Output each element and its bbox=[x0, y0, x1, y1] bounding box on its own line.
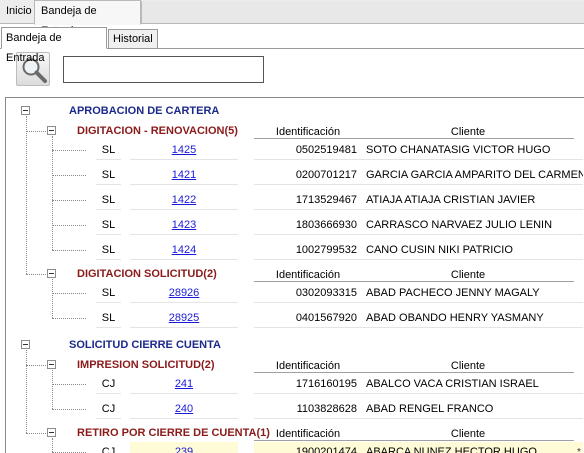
tab-bandeja-entrada[interactable]: Bandeja de Entrada bbox=[1, 27, 107, 64]
app-tab-bar: Inicio Bandeja de Entrada bbox=[0, 0, 584, 37]
column-header-identificacion: Identificación bbox=[254, 125, 362, 139]
row-code-cell: 240 bbox=[130, 399, 238, 419]
row-type: CJ bbox=[96, 374, 121, 394]
subgroup-title: RETIRO POR CIERRE DE CUENTA(1) bbox=[77, 427, 270, 439]
row-client: ABARCA NUNEZ HECTOR HUGO bbox=[362, 442, 583, 453]
row-client: ABAD OBANDO HENRY YASMANY bbox=[362, 308, 583, 328]
row-identification: 1002799532 bbox=[254, 240, 362, 260]
row-code-cell: 1422 bbox=[130, 190, 238, 210]
tree-connector bbox=[52, 150, 86, 151]
request-code-link[interactable]: 1421 bbox=[172, 169, 196, 181]
row-type: SL bbox=[96, 215, 121, 235]
tree-connector bbox=[52, 225, 86, 226]
column-header-cliente: Cliente bbox=[362, 427, 574, 441]
tree-connector bbox=[26, 274, 46, 275]
row-client: SOTO CHANATASIG VICTOR HUGO bbox=[362, 140, 583, 160]
collapse-toggle-icon[interactable] bbox=[21, 340, 30, 349]
column-header-identificacion: Identificación bbox=[254, 427, 362, 441]
column-header-identificacion: Identificación bbox=[254, 268, 362, 282]
row-client: ABAD RENGEL FRANCO bbox=[362, 399, 583, 419]
row-code-cell: 1421 bbox=[130, 165, 238, 185]
collapse-toggle-icon[interactable] bbox=[47, 428, 56, 437]
row-marker: * bbox=[577, 447, 581, 453]
row-code-cell: 241 bbox=[130, 374, 238, 394]
row-type: SL bbox=[96, 165, 121, 185]
row-identification: 0200701217 bbox=[254, 165, 362, 185]
row-code-cell: 239 bbox=[130, 442, 238, 453]
row-type: CJ bbox=[96, 399, 121, 419]
subgroup-title: DIGITACION SOLICITUD(2) bbox=[77, 268, 217, 280]
tree-connector bbox=[52, 384, 86, 385]
inbox-tree: APROBACION DE CARTERA DIGITACION - RENOVA… bbox=[5, 97, 584, 453]
tree-connector bbox=[26, 116, 27, 274]
collapse-toggle-icon[interactable] bbox=[47, 360, 56, 369]
tree-connector bbox=[26, 433, 46, 434]
tree-connector bbox=[26, 350, 27, 433]
row-identification: 0401567920 bbox=[254, 308, 362, 328]
request-code-link[interactable]: 240 bbox=[175, 403, 193, 415]
group-title: SOLICITUD CIERRE CUENTA bbox=[69, 339, 221, 351]
row-client: CANO CUSIN NIKI PATRICIO bbox=[362, 240, 583, 260]
row-type: SL bbox=[96, 140, 121, 160]
row-identification: 1103828628 bbox=[254, 399, 362, 419]
row-identification: 1900201474 bbox=[254, 442, 362, 453]
app-tab-bar-fill bbox=[141, 1, 584, 23]
request-code-link[interactable]: 1422 bbox=[172, 194, 196, 206]
tree-connector bbox=[52, 136, 53, 250]
row-type: CJ bbox=[96, 442, 121, 453]
column-header-cliente: Cliente bbox=[362, 359, 574, 373]
row-code-cell: 28925 bbox=[130, 308, 238, 328]
row-type: SL bbox=[96, 283, 121, 303]
collapse-toggle-icon[interactable] bbox=[47, 269, 56, 278]
search-input[interactable] bbox=[63, 56, 264, 83]
column-header-cliente: Cliente bbox=[362, 125, 574, 139]
row-code-cell: 1423 bbox=[130, 215, 238, 235]
subgroup-title: DIGITACION - RENOVACION(5) bbox=[77, 125, 238, 137]
column-header-identificacion: Identificación bbox=[254, 359, 362, 373]
tree-connector bbox=[26, 131, 46, 132]
app-tab-inicio[interactable]: Inicio bbox=[2, 1, 36, 23]
collapse-toggle-icon[interactable] bbox=[47, 126, 56, 135]
tree-connector bbox=[26, 365, 46, 366]
collapse-toggle-icon[interactable] bbox=[21, 106, 30, 115]
tree-connector bbox=[52, 279, 53, 318]
tab-historial[interactable]: Historial bbox=[108, 29, 158, 49]
tree-connector bbox=[52, 318, 86, 319]
row-code-cell: 1424 bbox=[130, 240, 238, 260]
subgroup-title: IMPRESION SOLICITUD(2) bbox=[77, 359, 215, 371]
row-code-cell: 1425 bbox=[130, 140, 238, 160]
tree-connector bbox=[52, 370, 53, 409]
tree-connector bbox=[52, 293, 86, 294]
row-type: SL bbox=[96, 190, 121, 210]
row-code-cell: 28926 bbox=[130, 283, 238, 303]
row-client: ABAD PACHECO JENNY MAGALY bbox=[362, 283, 583, 303]
row-identification: 0302093315 bbox=[254, 283, 362, 303]
request-code-link[interactable]: 239 bbox=[175, 446, 193, 453]
request-code-link[interactable]: 241 bbox=[175, 378, 193, 390]
request-code-link[interactable]: 28926 bbox=[169, 287, 200, 299]
tree-connector bbox=[52, 409, 86, 410]
row-client: ATIAJA ATIAJA CRISTIAN JAVIER bbox=[362, 190, 583, 210]
row-identification: 0502519481 bbox=[254, 140, 362, 160]
tree-connector bbox=[52, 175, 86, 176]
request-code-link[interactable]: 1425 bbox=[172, 144, 196, 156]
column-header-cliente: Cliente bbox=[362, 268, 574, 282]
group-title: APROBACION DE CARTERA bbox=[69, 105, 220, 117]
request-code-link[interactable]: 1423 bbox=[172, 219, 196, 231]
tree-connector bbox=[52, 250, 86, 251]
row-client: CARRASCO NARVAEZ JULIO LENIN bbox=[362, 215, 583, 235]
row-identification: 1716160195 bbox=[254, 374, 362, 394]
row-type: SL bbox=[96, 240, 121, 260]
app-tab-bandeja-entrada[interactable]: Bandeja de Entrada bbox=[34, 0, 141, 37]
row-identification: 1803666930 bbox=[254, 215, 362, 235]
row-client: ABALCO VACA CRISTIAN ISRAEL bbox=[362, 374, 583, 394]
tree-connector bbox=[52, 438, 53, 452]
tree-connector bbox=[52, 200, 86, 201]
row-client: GARCIA GARCIA AMPARITO DEL CARMEN bbox=[362, 165, 583, 185]
request-code-link[interactable]: 28925 bbox=[169, 312, 200, 324]
row-identification: 1713529467 bbox=[254, 190, 362, 210]
inner-tab-bar: Bandeja de Entrada Historial bbox=[0, 25, 584, 64]
request-code-link[interactable]: 1424 bbox=[172, 244, 196, 256]
row-type: SL bbox=[96, 308, 121, 328]
